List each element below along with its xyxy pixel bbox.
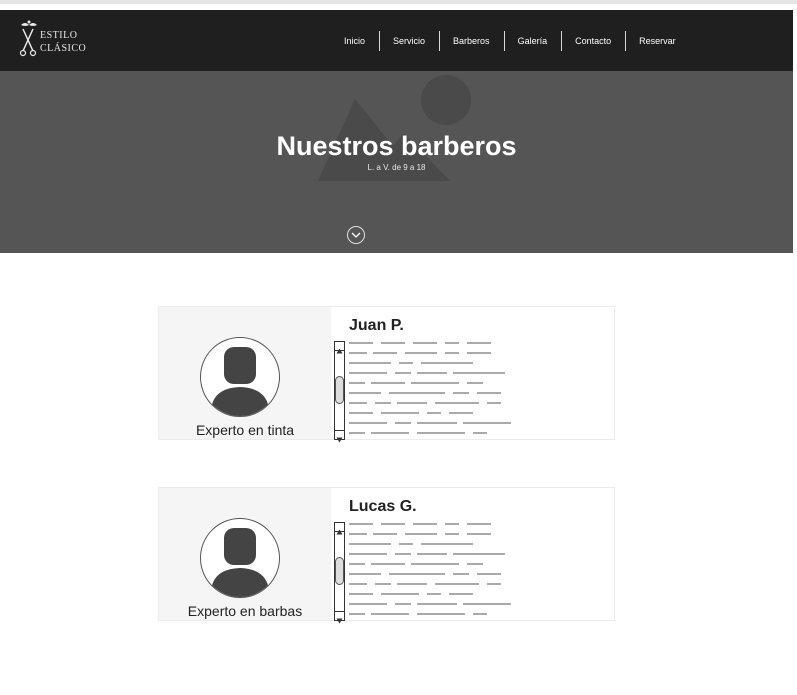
page-top-strip: [0, 0, 797, 10]
triangle-up-icon: [336, 348, 343, 354]
barber-card: Experto en tinta Juan P.: [158, 306, 615, 443]
barber-scissors-mustache-icon: [19, 20, 37, 57]
hero-banner: Nuestros barberos L. a V. de 9 a 18: [0, 71, 793, 253]
nav-item-inicio[interactable]: Inicio: [330, 31, 379, 51]
avatar: [200, 337, 280, 417]
triangle-down-icon: [336, 437, 343, 443]
barber-specialty: Experto en tinta: [195, 422, 295, 438]
image-placeholder-icon: [318, 75, 471, 181]
barber-name: Juan P.: [349, 317, 404, 334]
chevron-down-icon: [351, 232, 361, 238]
nav-item-barberos[interactable]: Barberos: [439, 31, 504, 51]
triangle-down-icon: [336, 618, 343, 624]
barber-photo-panel: Experto en tinta: [159, 307, 331, 439]
navbar: ESTILO CLÁSICO Inicio Servicio Barberos …: [0, 10, 793, 71]
barber-card: Experto en barbas Lucas G.: [158, 487, 615, 624]
triangle-up-icon: [336, 529, 343, 535]
scroll-down-arrow[interactable]: [335, 611, 344, 624]
nav-item-servicio[interactable]: Servicio: [379, 31, 439, 51]
bio-scrollbar[interactable]: [334, 522, 345, 624]
user-silhouette-icon: [211, 528, 269, 597]
scroll-thumb[interactable]: [335, 376, 344, 404]
scroll-thumb[interactable]: [335, 557, 344, 585]
barber-specialty: Experto en barbas: [187, 603, 303, 619]
avatar: [200, 518, 280, 598]
nav-item-reservar[interactable]: Reservar: [625, 31, 690, 51]
brand-line-1: ESTILO: [40, 30, 78, 41]
brand-line-2: CLÁSICO: [40, 43, 87, 54]
barber-photo-panel: Experto en barbas: [159, 488, 331, 620]
scroll-down-button[interactable]: [347, 226, 365, 244]
brand-logo[interactable]: ESTILO CLÁSICO: [18, 19, 98, 59]
nav-item-galeria[interactable]: Galería: [503, 31, 562, 51]
scroll-up-arrow[interactable]: [335, 342, 344, 354]
user-silhouette-icon: [211, 347, 269, 416]
bio-placeholder-text: [349, 342, 511, 434]
scroll-down-arrow[interactable]: [335, 430, 344, 443]
barber-name: Lucas G.: [349, 498, 417, 515]
bio-placeholder-text: [349, 523, 511, 615]
bio-scrollbar[interactable]: [334, 341, 345, 443]
scroll-up-arrow[interactable]: [335, 523, 344, 535]
hours-subtitle: L. a V. de 9 a 18: [367, 163, 426, 172]
nav-item-contacto[interactable]: Contacto: [561, 31, 625, 51]
page-title: Nuestros barberos: [276, 131, 517, 161]
main-nav: Inicio Servicio Barberos Galería Contact…: [330, 30, 690, 52]
